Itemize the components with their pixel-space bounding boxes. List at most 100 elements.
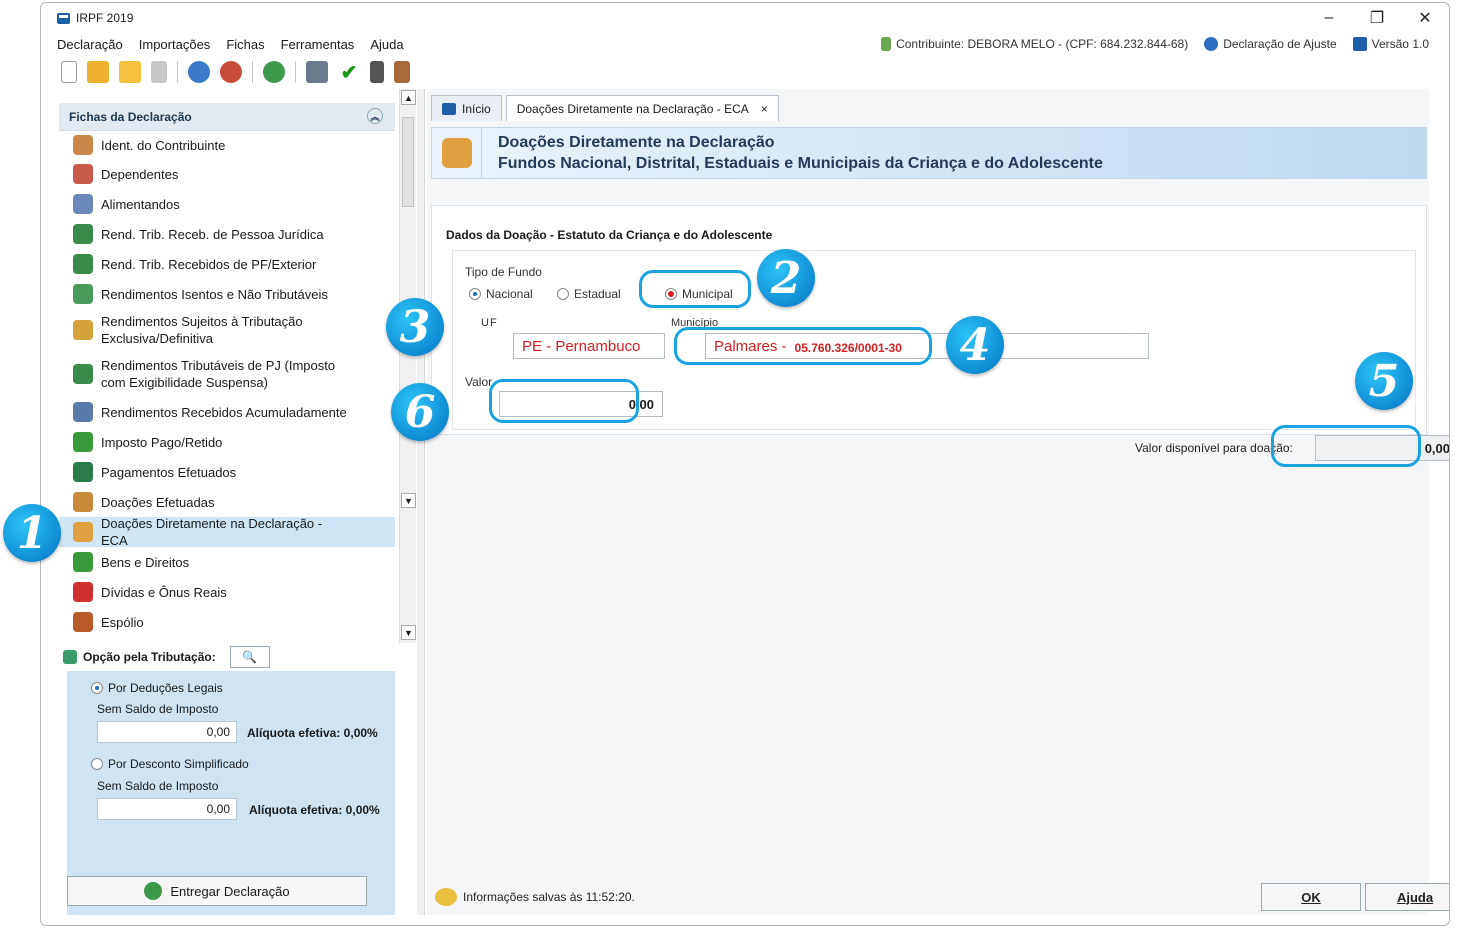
sidebar-item-label: Rendimentos Tributáveis de PJ (Imposto c… xyxy=(101,358,336,390)
sidebar-header: Fichas da Declaração ︽ xyxy=(59,103,395,131)
deducoes-radio[interactable] xyxy=(91,682,103,694)
restore-button[interactable]: ❐ xyxy=(1353,3,1401,33)
banner-line1: Doações Diretamente na Declaração xyxy=(498,134,775,151)
new-file-icon[interactable] xyxy=(61,61,77,83)
close-button[interactable]: ✕ xyxy=(1401,3,1449,33)
banner-title: Doações Diretamente na Declaração Fundos… xyxy=(482,132,1103,174)
sidebar-item[interactable]: Rendimentos Sujeitos à Tributação Exclus… xyxy=(59,309,395,351)
simplificado-radio[interactable] xyxy=(91,758,103,770)
collapse-icon[interactable]: ︽ xyxy=(367,108,383,124)
import-icon[interactable] xyxy=(188,61,210,83)
tab-inicio-label: Início xyxy=(462,101,491,116)
version-icon xyxy=(1352,37,1367,51)
estadual-label: Estadual xyxy=(574,287,621,301)
uf-field[interactable]: PE - Pernambuco xyxy=(513,333,665,359)
uf-label: UF xyxy=(481,317,498,329)
home-icon xyxy=(442,102,456,115)
tab-eca[interactable]: Doações Diretamente na Declaração - ECA … xyxy=(505,95,779,121)
scroll-down-icon[interactable]: ▼ xyxy=(401,493,416,508)
tab-inicio[interactable]: Início xyxy=(431,95,502,121)
sidebar-item[interactable]: Dependentes xyxy=(59,159,395,189)
badge-3: 3 xyxy=(386,298,444,356)
irpf-window: IRPF 2019 – ❐ ✕ Declaração Importações F… xyxy=(40,2,1450,926)
search-icon: 🔍 xyxy=(242,650,258,664)
sidebar-item[interactable]: Bens e Direitos xyxy=(59,547,395,577)
sidebar-item[interactable]: Rend. Trib. Recebidos de PF/Exterior xyxy=(59,249,395,279)
sidebar-item-label: Imposto Pago/Retido xyxy=(101,434,223,450)
option-estadual[interactable]: Estadual xyxy=(557,287,621,301)
badge-6: 6 xyxy=(391,383,449,441)
estadual-radio[interactable] xyxy=(557,288,569,300)
simplificado-option[interactable]: Por Desconto Simplificado xyxy=(91,757,249,771)
sidebar-item[interactable]: Imposto Pago/Retido xyxy=(59,427,395,457)
folder-icon[interactable] xyxy=(119,61,141,83)
simplificado-saldo: Sem Saldo de Imposto xyxy=(97,779,219,793)
declaracao-info: Declaração de Ajuste xyxy=(1204,37,1337,51)
nacional-radio[interactable] xyxy=(469,288,481,300)
children-icon xyxy=(432,128,482,178)
tab-close-icon[interactable]: × xyxy=(761,102,768,116)
main-panel: Início Doações Diretamente na Declaração… xyxy=(427,89,1449,915)
sidebar-item[interactable]: Dívidas e Ônus Reais xyxy=(59,577,395,607)
deducoes-option[interactable]: Por Deduções Legais xyxy=(91,681,223,695)
sidebar-item[interactable]: Rendimentos Recebidos Acumuladamente xyxy=(59,397,395,427)
window-controls: – ❐ ✕ xyxy=(1305,3,1449,33)
menu-fichas[interactable]: Fichas xyxy=(226,37,264,52)
nacional-label: Nacional xyxy=(486,287,533,301)
entregar-button[interactable]: Entregar Declaração xyxy=(67,876,367,906)
versao-text: Versão 1.0 xyxy=(1371,37,1429,51)
sidebar-item-label: Bens e Direitos xyxy=(101,554,190,570)
search-button[interactable]: 🔍 xyxy=(229,646,270,668)
menu-ferramentas[interactable]: Ferramentas xyxy=(281,37,355,52)
scroll-up-icon[interactable]: ▲ xyxy=(401,90,416,105)
status-bar: Informações salvas às 11:52:20. OK Ajuda xyxy=(427,879,1449,915)
minimize-button[interactable]: – xyxy=(1305,3,1353,33)
sidebar-item[interactable]: Doações Diretamente na Declaração - ECA xyxy=(59,516,395,548)
panel-splitter[interactable] xyxy=(417,89,425,915)
help-book-icon[interactable] xyxy=(394,61,410,83)
scroll-thumb[interactable] xyxy=(402,117,414,207)
badge-4: 4 xyxy=(946,316,1004,374)
highlight-disponivel xyxy=(1271,425,1421,467)
scroll-down-icon[interactable]: ▼ xyxy=(401,625,416,640)
sidebar-item[interactable]: Alimentandos xyxy=(59,189,395,219)
disponivel-label: Valor disponível para doação: xyxy=(1135,441,1293,455)
sidebar-item[interactable]: Doações Efetuadas xyxy=(59,487,395,517)
sidebar-item[interactable]: Rendimentos Isentos e Não Tributáveis xyxy=(59,279,395,309)
print-icon[interactable] xyxy=(306,61,328,83)
tax-icon xyxy=(63,650,77,664)
section-title: Dados da Doação - Estatuto da Criança e … xyxy=(446,228,773,242)
badge-5: 5 xyxy=(1355,352,1413,410)
deducoes-saldo: Sem Saldo de Imposto xyxy=(97,702,219,716)
menu-bar: Declaração Importações Fichas Ferramenta… xyxy=(41,33,1449,55)
sidebar-item[interactable]: Ident. do Contribuinte xyxy=(59,131,395,159)
globe-icon[interactable] xyxy=(263,61,285,83)
sidebar-scrollbar[interactable]: ▲ ▼ ▼ xyxy=(399,89,416,643)
simplificado-label: Por Desconto Simplificado xyxy=(108,757,249,771)
toolbar-separator xyxy=(252,61,253,83)
menu-importacoes[interactable]: Importações xyxy=(139,37,211,52)
person-icon xyxy=(73,135,93,155)
document-coin-icon xyxy=(73,492,93,512)
check-icon[interactable]: ✔ xyxy=(338,61,360,84)
menu-ajuda[interactable]: Ajuda xyxy=(370,37,403,52)
sidebar-item[interactable]: Rendimentos Tributáveis de PJ (Imposto c… xyxy=(59,351,395,397)
ajuda-button[interactable]: Ajuda xyxy=(1365,883,1449,911)
sidebar-item-label: Rendimentos Recebidos Acumuladamente xyxy=(101,404,347,420)
menu-declaracao[interactable]: Declaração xyxy=(57,37,123,52)
open-folder-icon[interactable] xyxy=(87,61,109,83)
export-icon[interactable] xyxy=(220,61,242,83)
sidebar-item[interactable]: Pagamentos Efetuados xyxy=(59,457,395,487)
trash-icon[interactable] xyxy=(151,61,167,83)
option-nacional[interactable]: Nacional xyxy=(469,287,533,301)
ok-button[interactable]: OK xyxy=(1261,883,1361,911)
app-icon xyxy=(57,12,70,24)
calculator-icon[interactable] xyxy=(370,61,384,83)
simplificado-aliquota: Alíquota efetiva: 0,00% xyxy=(249,803,380,817)
sidebar-item-label: Espólio xyxy=(101,614,144,630)
opcao-tributacao: Opção pela Tributação: 🔍 Por Deduções Le… xyxy=(59,643,397,915)
sidebar-list: Ident. do Contribuinte Dependentes Aliment… xyxy=(59,131,395,637)
entregar-label: Entregar Declaração xyxy=(170,883,290,899)
sidebar-item[interactable]: Espólio xyxy=(59,607,395,637)
sidebar-item[interactable]: Rend. Trib. Receb. de Pessoa Jurídica xyxy=(59,219,395,249)
